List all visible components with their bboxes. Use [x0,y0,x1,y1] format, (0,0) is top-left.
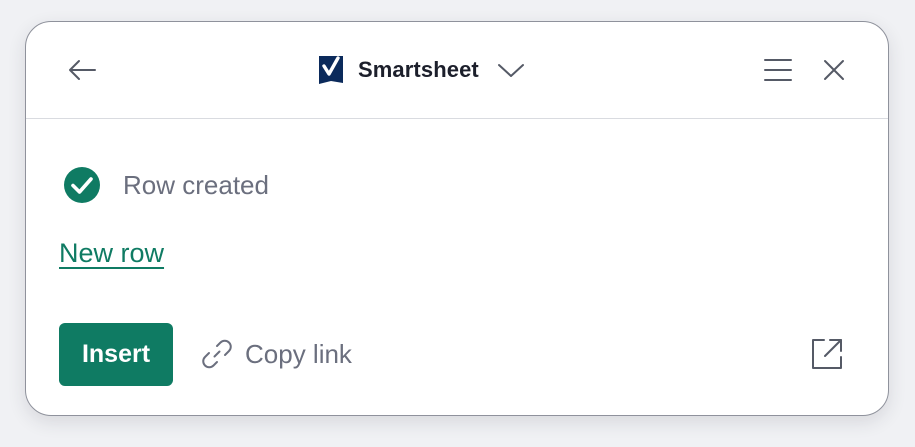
status-text: Row created [123,169,269,200]
open-in-new-window-button[interactable] [807,334,847,374]
hamburger-menu-icon [764,59,792,81]
close-button[interactable] [814,50,854,90]
insert-button[interactable]: Insert [59,323,173,386]
smartsheet-panel: Smartsheet Row created New row Insert Co… [25,21,889,416]
check-circle-icon [63,166,101,204]
smartsheet-logo-icon [318,54,344,86]
menu-button[interactable] [758,50,798,90]
app-name: Smartsheet [358,57,479,82]
external-link-icon [812,339,842,369]
app-switcher[interactable]: Smartsheet [318,50,525,90]
close-icon [824,60,844,80]
panel-header: Smartsheet [26,22,888,119]
new-row-link[interactable]: New row [59,238,164,269]
chevron-down-icon [497,60,525,80]
back-button[interactable] [62,50,102,90]
copy-link-label: Copy link [245,338,352,369]
copy-link-button[interactable]: Copy link [199,336,352,372]
arrow-left-icon [69,60,96,80]
link-icon [199,336,235,372]
status-message: Row created [63,166,269,204]
